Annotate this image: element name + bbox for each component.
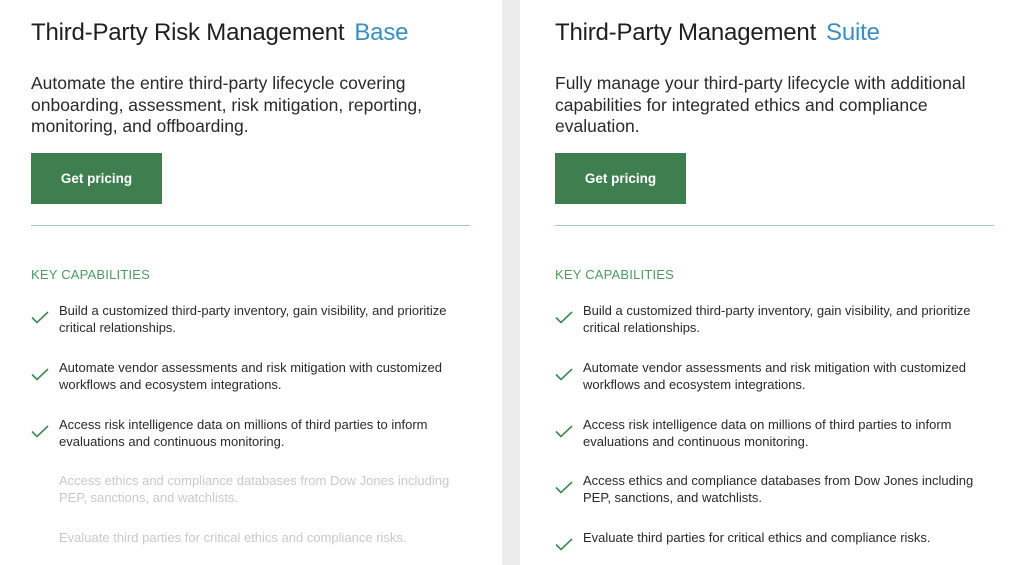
capability-item: Access ethics and compliance databases f… (555, 472, 975, 506)
check-icon (555, 529, 583, 551)
check-icon (555, 359, 583, 393)
check-icon (31, 416, 59, 450)
check-icon (555, 416, 583, 450)
plan-title-text: Third-Party Risk Management (31, 19, 345, 46)
capability-item: Automate vendor assessments and risk mit… (555, 359, 975, 393)
capability-item: Build a customized third-party inventory… (31, 302, 451, 336)
capability-text: Build a customized third-party inventory… (59, 303, 447, 335)
plan-tier: Suite (826, 19, 880, 46)
capabilities-heading: KEY CAPABILITIES (555, 267, 675, 282)
plan-title: Third-Party Management Suite (555, 19, 880, 47)
capability-item: Automate vendor assessments and risk mit… (31, 359, 451, 393)
capability-text: Access risk intelligence data on million… (583, 417, 952, 449)
capability-item: Access risk intelligence data on million… (555, 416, 975, 450)
get-pricing-button[interactable]: Get pricing (31, 153, 162, 204)
divider (555, 225, 994, 226)
divider (31, 225, 470, 226)
capability-text: Automate vendor assessments and risk mit… (59, 360, 442, 392)
capability-item: Build a customized third-party inventory… (555, 302, 975, 336)
capability-text: Automate vendor assessments and risk mit… (583, 360, 966, 392)
capability-text: Evaluate third parties for critical ethi… (59, 530, 407, 545)
capability-text: Build a customized third-party inventory… (583, 303, 971, 335)
capability-text: Access ethics and compliance databases f… (59, 473, 450, 505)
get-pricing-button[interactable]: Get pricing (555, 153, 686, 204)
check-icon (31, 359, 59, 393)
check-icon (555, 302, 583, 336)
capability-item-unavailable: Access ethics and compliance databases f… (31, 472, 451, 506)
capabilities-heading: KEY CAPABILITIES (31, 267, 151, 282)
plan-description: Fully manage your third-party lifecycle … (555, 73, 966, 136)
capability-text: Access ethics and compliance databases f… (583, 473, 974, 505)
plan-title-text: Third-Party Management (555, 19, 817, 46)
plan-tier: Base (354, 19, 409, 46)
capability-text: Access risk intelligence data on million… (59, 417, 428, 449)
plan-title: Third-Party Risk Management Base (31, 19, 408, 47)
capability-item-unavailable: Evaluate third parties for critical ethi… (31, 529, 451, 546)
plan-description: Automate the entire third-party lifecycl… (31, 73, 423, 136)
capability-text: Evaluate third parties for critical ethi… (583, 530, 931, 545)
capability-item: Evaluate third parties for critical ethi… (555, 529, 975, 551)
check-icon (31, 302, 59, 336)
check-icon (555, 472, 583, 506)
plan-card-base: Third-Party Risk Management Base Automate… (0, 0, 502, 565)
capability-item: Access risk intelligence data on million… (31, 416, 451, 450)
plan-card-suite: Third-Party Management Suite Fully manage… (520, 0, 1024, 565)
